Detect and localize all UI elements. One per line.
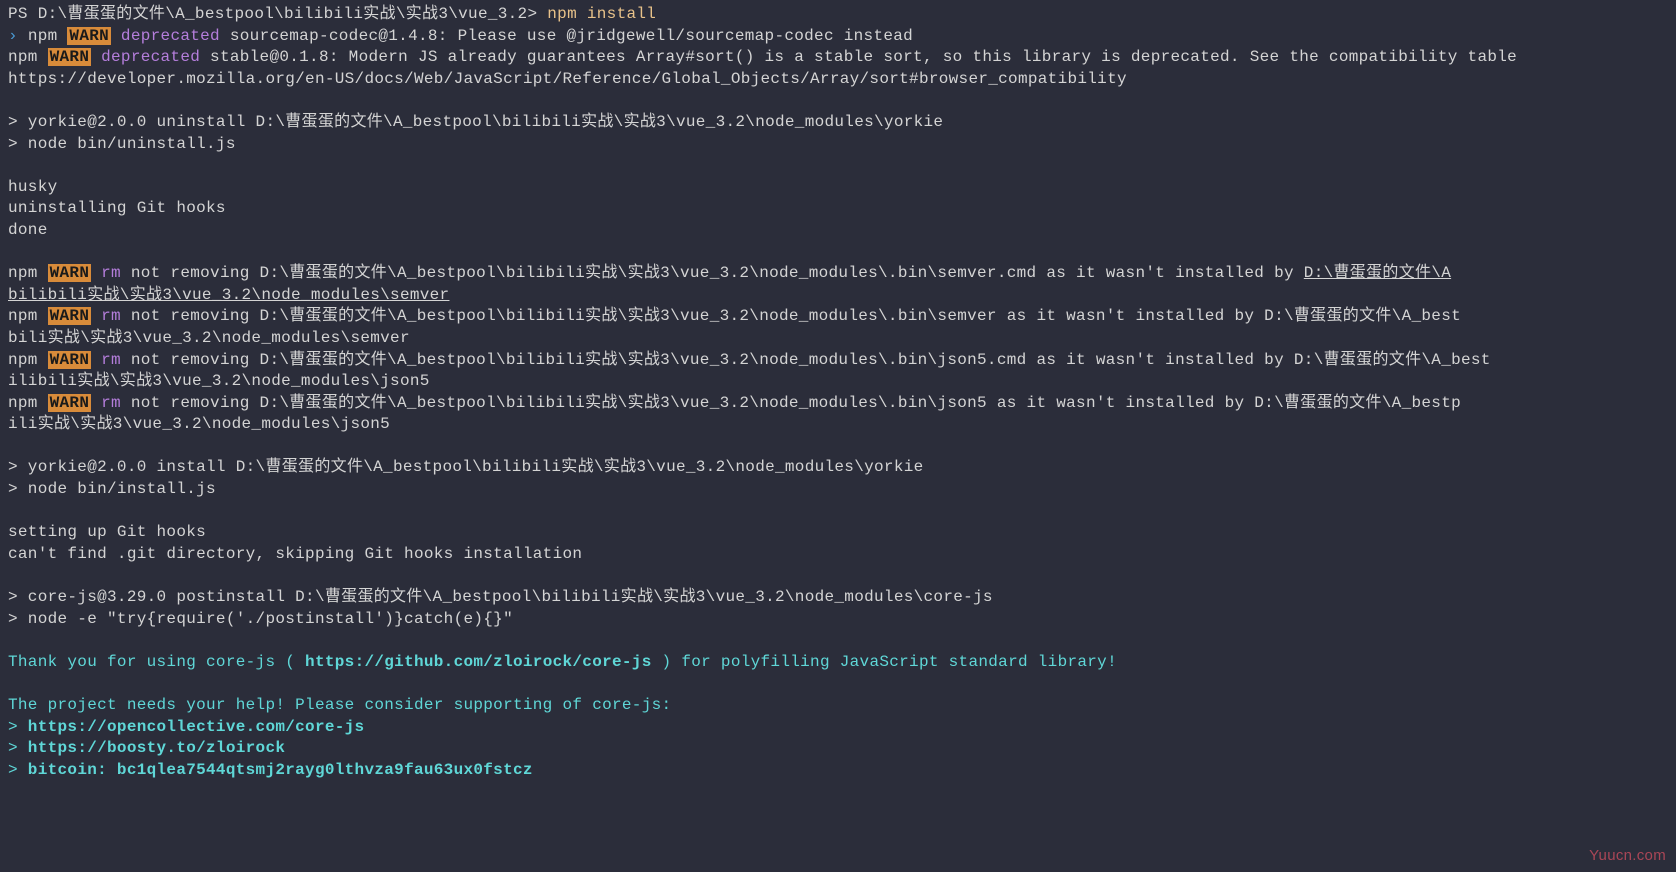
thankyou-text: Thank you for using core-js ( [8, 653, 295, 671]
thankyou-line: Thank you for using core-js ( https://gi… [8, 652, 1668, 674]
warn-badge: WARN [48, 264, 92, 282]
blank-line [8, 242, 1668, 264]
rm-warn-3-line1: npm WARN rm not removing D:\曹蛋蛋的文件\A_bes… [8, 350, 1668, 372]
output-text: > core-js@3.29.0 postinstall D:\曹蛋蛋的文件\A… [8, 588, 993, 606]
mdn-url-line: https://developer.mozilla.org/en-US/docs… [8, 69, 1668, 91]
warn-msg: not removing D:\曹蛋蛋的文件\A_bestpool\bilibi… [131, 264, 1304, 282]
help-link2-line: > https://boosty.to/zloirock [8, 738, 1668, 760]
npm-label: npm [8, 351, 48, 369]
watermark: Yuucn.com [1589, 846, 1666, 866]
yorkie-install-line2: > node bin/install.js [8, 479, 1668, 501]
husky-line3: done [8, 220, 1668, 242]
output-text: > node bin/install.js [8, 480, 216, 498]
npm-label: npm [8, 394, 48, 412]
rm-warn-3-line2: ilibili实战\实战3\vue_3.2\node_modules\json5 [8, 371, 1668, 393]
arrow: > [8, 761, 18, 779]
warn-badge: WARN [48, 351, 92, 369]
terminal-prompt-line: PS D:\曹蛋蛋的文件\A_bestpool\bilibili实战\实战3\v… [8, 4, 1668, 26]
rm-warn-4-line1: npm WARN rm not removing D:\曹蛋蛋的文件\A_bes… [8, 393, 1668, 415]
prompt-command: npm install [547, 5, 656, 23]
help-intro: The project needs your help! Please cons… [8, 696, 671, 714]
rm-warn-2-line1: npm WARN rm not removing D:\曹蛋蛋的文件\A_bes… [8, 306, 1668, 328]
blank-line [8, 673, 1668, 695]
husky-line1: husky [8, 177, 1668, 199]
output-text: uninstalling Git hooks [8, 199, 226, 217]
output-text: husky [8, 178, 58, 196]
help-link2: https://boosty.to/zloirock [18, 739, 285, 757]
output-text: > yorkie@2.0.0 install D:\曹蛋蛋的文件\A_bestp… [8, 458, 924, 476]
help-link3-line: > bitcoin: bc1qlea7544qtsmj2rayg0lthvza9… [8, 760, 1668, 782]
rm-label: rm [91, 394, 131, 412]
yorkie-uninstall-line2: > node bin/uninstall.js [8, 134, 1668, 156]
help-link1-line: > https://opencollective.com/core-js [8, 717, 1668, 739]
husky-line2: uninstalling Git hooks [8, 198, 1668, 220]
githooks-line2: can't find .git directory, skipping Git … [8, 544, 1668, 566]
warn-badge: WARN [48, 307, 92, 325]
warn-msg: not removing D:\曹蛋蛋的文件\A_bestpool\bilibi… [131, 394, 1461, 412]
rm-label: rm [91, 264, 131, 282]
warn-badge: WARN [67, 27, 111, 45]
help-link3: bitcoin: bc1qlea7544qtsmj2rayg0lthvza9fa… [18, 761, 533, 779]
output-text: bili实战\实战3\vue_3.2\node_modules\semver [8, 329, 410, 347]
corejs-line2: > node -e "try{require('./postinstall')}… [8, 609, 1668, 631]
deprecated-label: deprecated [91, 48, 210, 66]
output-text: setting up Git hooks [8, 523, 206, 541]
blank-line [8, 90, 1668, 112]
output-text: done [8, 221, 48, 239]
githooks-line1: setting up Git hooks [8, 522, 1668, 544]
rm-warn-1-line1: npm WARN rm not removing D:\曹蛋蛋的文件\A_bes… [8, 263, 1668, 285]
output-text: > node -e "try{require('./postinstall')}… [8, 610, 513, 628]
underlined-path: D:\曹蛋蛋的文件\A [1304, 264, 1451, 282]
warn-msg: not removing D:\曹蛋蛋的文件\A_bestpool\bilibi… [131, 307, 1461, 325]
underlined-path: bilibili实战\实战3\vue_3.2\node_modules\semv… [8, 286, 449, 304]
rm-warn-2-line2: bili实战\实战3\vue_3.2\node_modules\semver [8, 328, 1668, 350]
npm-label: npm [8, 264, 48, 282]
warn-msg: stable@0.1.8: Modern JS already guarante… [210, 48, 1517, 66]
rm-label: rm [91, 351, 131, 369]
output-text: > node bin/uninstall.js [8, 135, 236, 153]
thankyou-url: https://github.com/zloirock/core-js [295, 653, 661, 671]
yorkie-uninstall-line1: > yorkie@2.0.0 uninstall D:\曹蛋蛋的文件\A_bes… [8, 112, 1668, 134]
thankyou-text2: ) for polyfilling JavaScript standard li… [662, 653, 1117, 671]
npm-label: npm [28, 27, 68, 45]
warn-badge: WARN [48, 394, 92, 412]
warn-msg: not removing D:\曹蛋蛋的文件\A_bestpool\bilibi… [131, 351, 1491, 369]
arrow: > [8, 718, 18, 736]
yorkie-install-line1: > yorkie@2.0.0 install D:\曹蛋蛋的文件\A_bestp… [8, 457, 1668, 479]
rm-warn-4-line2: ili实战\实战3\vue_3.2\node_modules\json5 [8, 414, 1668, 436]
mdn-url: https://developer.mozilla.org/en-US/docs… [8, 70, 1127, 88]
deprecated-label: deprecated [111, 27, 230, 45]
warn-msg: sourcemap-codec@1.4.8: Please use @jridg… [230, 27, 913, 45]
blank-line [8, 436, 1668, 458]
blank-line [8, 630, 1668, 652]
blank-line [8, 565, 1668, 587]
warn-badge: WARN [48, 48, 92, 66]
npm-label: npm [8, 48, 48, 66]
arrow: > [8, 739, 18, 757]
corejs-line1: > core-js@3.29.0 postinstall D:\曹蛋蛋的文件\A… [8, 587, 1668, 609]
arrow-icon: › [8, 27, 18, 45]
output-text: ili实战\实战3\vue_3.2\node_modules\json5 [8, 415, 390, 433]
output-text: > yorkie@2.0.0 uninstall D:\曹蛋蛋的文件\A_bes… [8, 113, 943, 131]
warn-line-1: › npm WARN deprecated sourcemap-codec@1.… [8, 26, 1668, 48]
output-text: ilibili实战\实战3\vue_3.2\node_modules\json5 [8, 372, 430, 390]
help-link1: https://opencollective.com/core-js [18, 718, 365, 736]
rm-label: rm [91, 307, 131, 325]
npm-label: npm [8, 307, 48, 325]
rm-warn-1-line2: bilibili实战\实战3\vue_3.2\node_modules\semv… [8, 285, 1668, 307]
prompt-path: PS D:\曹蛋蛋的文件\A_bestpool\bilibili实战\实战3\v… [8, 5, 547, 23]
blank-line [8, 501, 1668, 523]
help-intro-line: The project needs your help! Please cons… [8, 695, 1668, 717]
output-text: can't find .git directory, skipping Git … [8, 545, 582, 563]
blank-line [8, 155, 1668, 177]
warn-line-2: npm WARN deprecated stable@0.1.8: Modern… [8, 47, 1668, 69]
